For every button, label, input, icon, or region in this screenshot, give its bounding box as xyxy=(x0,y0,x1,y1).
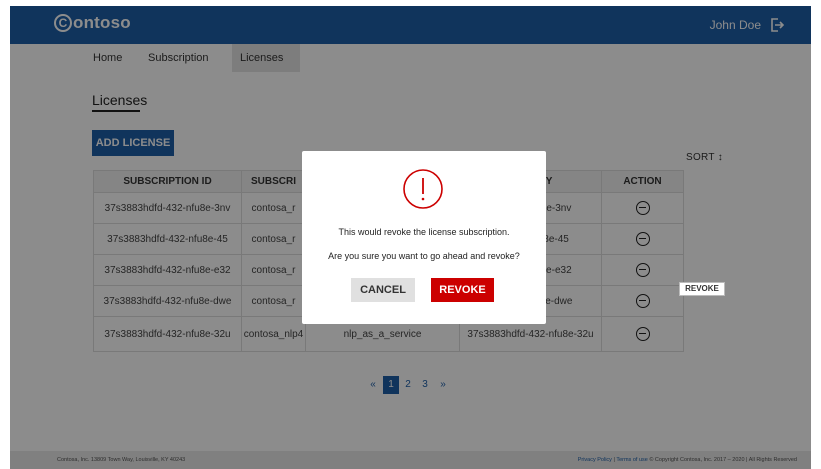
dialog-question: Are you sure you want to go ahead and re… xyxy=(328,251,520,261)
revoke-tooltip: REVOKE xyxy=(679,282,725,296)
alert-circle-icon xyxy=(403,169,443,209)
dialog-message: This would revoke the license subscripti… xyxy=(338,227,510,237)
revoke-confirmation-dialog: This would revoke the license subscripti… xyxy=(302,151,546,324)
app-window: Contoso John Doe Home Subscription Licen… xyxy=(10,6,811,469)
revoke-button[interactable]: REVOKE xyxy=(431,278,494,302)
cancel-button[interactable]: CANCEL xyxy=(351,278,415,302)
